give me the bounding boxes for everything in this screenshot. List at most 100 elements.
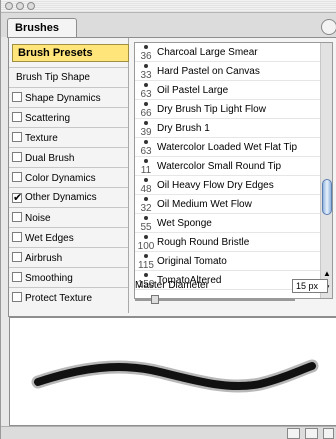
close-window-button[interactable] (5, 2, 13, 10)
nav-item-label: Scattering (25, 113, 71, 124)
checkbox-icon[interactable] (12, 132, 22, 142)
nav-item-other-dynamics[interactable]: ✔ Other Dynamics (9, 187, 128, 208)
brush-name: Charcoal Large Smear (157, 47, 258, 58)
delete-brush-icon[interactable] (305, 428, 318, 439)
brush-name: Hard Pastel on Canvas (157, 66, 260, 77)
brush-options-nav: Brush Presets Brush Tip Shape Shape Dynam… (9, 38, 129, 313)
checkbox-icon[interactable]: ✔ (12, 193, 22, 204)
brush-thumbnail-icon: 63 (137, 139, 155, 157)
nav-item-protect-texture[interactable]: Protect Texture (9, 287, 128, 308)
brush-tip-dot (144, 197, 148, 201)
brush-tip-dot (144, 216, 148, 220)
brush-thumbnail-icon: 100 (137, 234, 155, 252)
brush-list-item[interactable]: 11 Watercolor Small Round Tip (135, 157, 320, 176)
brush-list-item[interactable]: 33 Hard Pastel on Canvas (135, 62, 320, 81)
checkbox-icon[interactable] (12, 272, 22, 282)
brush-list-item[interactable]: 115 Original Tomato (135, 252, 320, 271)
brush-thumbnail-icon: 48 (137, 177, 155, 195)
brush-size: 32 (140, 203, 152, 214)
checkbox-icon[interactable] (12, 212, 22, 222)
nav-item-label: Smoothing (25, 273, 73, 284)
nav-item-texture[interactable]: Texture (9, 127, 128, 148)
brush-tip-dot (144, 235, 148, 239)
brush-tip-dot (144, 273, 148, 277)
brush-thumbnail-icon: 39 (137, 120, 155, 138)
zoom-window-button[interactable] (27, 2, 35, 10)
master-diameter-slider-track[interactable] (135, 299, 295, 301)
brush-tip-dot (144, 83, 148, 87)
checkbox-icon[interactable] (12, 252, 22, 262)
brush-thumbnail-icon: 33 (137, 63, 155, 81)
brush-list-item[interactable]: 66 Dry Brush Tip Light Flow (135, 100, 320, 119)
nav-item-label: Color Dynamics (25, 173, 96, 184)
brush-name: Dry Brush 1 (157, 123, 210, 134)
brush-list-item[interactable]: 32 Oil Medium Wet Flow (135, 195, 320, 214)
brush-size: 55 (140, 222, 152, 233)
nav-item-dual-brush[interactable]: Dual Brush (9, 147, 128, 168)
brush-presets-button[interactable]: Brush Presets (12, 44, 129, 62)
panel-menu-button[interactable] (321, 19, 336, 35)
nav-item-brush-tip-shape[interactable]: Brush Tip Shape (9, 67, 128, 88)
master-diameter-slider-handle[interactable] (151, 295, 159, 304)
nav-item-label: Other Dynamics (25, 192, 97, 203)
brush-size: 11 (140, 165, 152, 176)
brush-list-item[interactable]: 63 Oil Pastel Large (135, 81, 320, 100)
brush-name: Oil Pastel Large (157, 85, 229, 96)
nav-item-label: Brush Tip Shape (16, 72, 90, 83)
stroke-preview-graphic (31, 359, 319, 393)
brush-size: 100 (137, 241, 155, 252)
brush-list[interactable]: 36 Charcoal Large Smear 33 Hard Pastel on C… (134, 42, 333, 299)
brush-size: 115 (138, 260, 154, 271)
nav-item-label: Wet Edges (25, 233, 74, 244)
stroke-preview (9, 317, 336, 426)
window-titlebar[interactable] (1, 0, 336, 13)
brush-size: 63 (140, 146, 152, 157)
nav-item-shape-dynamics[interactable]: Shape Dynamics (9, 87, 128, 108)
nav-item-wet-edges[interactable]: Wet Edges (9, 227, 128, 248)
brush-thumbnail-icon: 55 (137, 215, 155, 233)
nav-item-color-dynamics[interactable]: Color Dynamics (9, 167, 128, 188)
brush-tip-dot (144, 159, 148, 163)
nav-item-label: Dual Brush (25, 153, 75, 164)
nav-item-noise[interactable]: Noise (9, 207, 128, 228)
brush-name: Original Tomato (157, 256, 227, 267)
checkbox-icon[interactable] (12, 152, 22, 162)
master-diameter-label: Master Diameter (135, 280, 209, 291)
checkbox-icon[interactable] (12, 292, 22, 302)
brush-tip-dot (144, 178, 148, 182)
brush-name: Watercolor Small Round Tip (157, 161, 282, 172)
brush-thumbnail-icon: 32 (137, 196, 155, 214)
checkbox-icon[interactable] (12, 92, 22, 102)
brush-size: 33 (140, 70, 152, 81)
master-diameter-input[interactable]: 15 px (292, 279, 328, 293)
brush-thumbnail-icon: 11 (137, 158, 155, 176)
brush-size: 39 (140, 127, 152, 138)
nav-item-label: Shape Dynamics (25, 93, 101, 104)
brush-name: Rough Round Bristle (157, 237, 250, 248)
brush-tip-dot (144, 121, 148, 125)
nav-item-smoothing[interactable]: Smoothing (9, 267, 128, 288)
brush-list-scrollbar[interactable]: ▲ ▼ (320, 43, 332, 298)
brush-thumbnail-icon: 63 (137, 82, 155, 100)
nav-item-label: Texture (25, 133, 58, 144)
nav-item-airbrush[interactable]: Airbrush (9, 247, 128, 268)
resize-handle-icon[interactable] (323, 428, 334, 439)
brush-list-item[interactable]: 55 Wet Sponge (135, 214, 320, 233)
scroll-up-arrow-icon[interactable]: ▲ (322, 269, 332, 279)
brush-list-item[interactable]: 39 Dry Brush 1 (135, 119, 320, 138)
minimize-window-button[interactable] (16, 2, 24, 10)
brush-size: 66 (140, 108, 152, 119)
checkbox-icon[interactable] (12, 232, 22, 242)
nav-item-scattering[interactable]: Scattering (9, 107, 128, 128)
brush-list-item[interactable]: 100 Rough Round Bristle (135, 233, 320, 252)
brush-list-item[interactable]: 63 Watercolor Loaded Wet Flat Tip (135, 138, 320, 157)
brush-list-item[interactable]: 36 Charcoal Large Smear (135, 43, 320, 62)
checkbox-icon[interactable] (12, 172, 22, 182)
tab-brushes[interactable]: Brushes (7, 18, 77, 38)
brush-tip-dot (144, 140, 148, 144)
new-brush-icon[interactable] (287, 428, 300, 439)
checkbox-icon[interactable] (12, 112, 22, 122)
nav-item-label: Protect Texture (25, 293, 93, 304)
scrollbar-thumb[interactable] (322, 179, 332, 215)
brush-list-item[interactable]: 48 Oil Heavy Flow Dry Edges (135, 176, 320, 195)
